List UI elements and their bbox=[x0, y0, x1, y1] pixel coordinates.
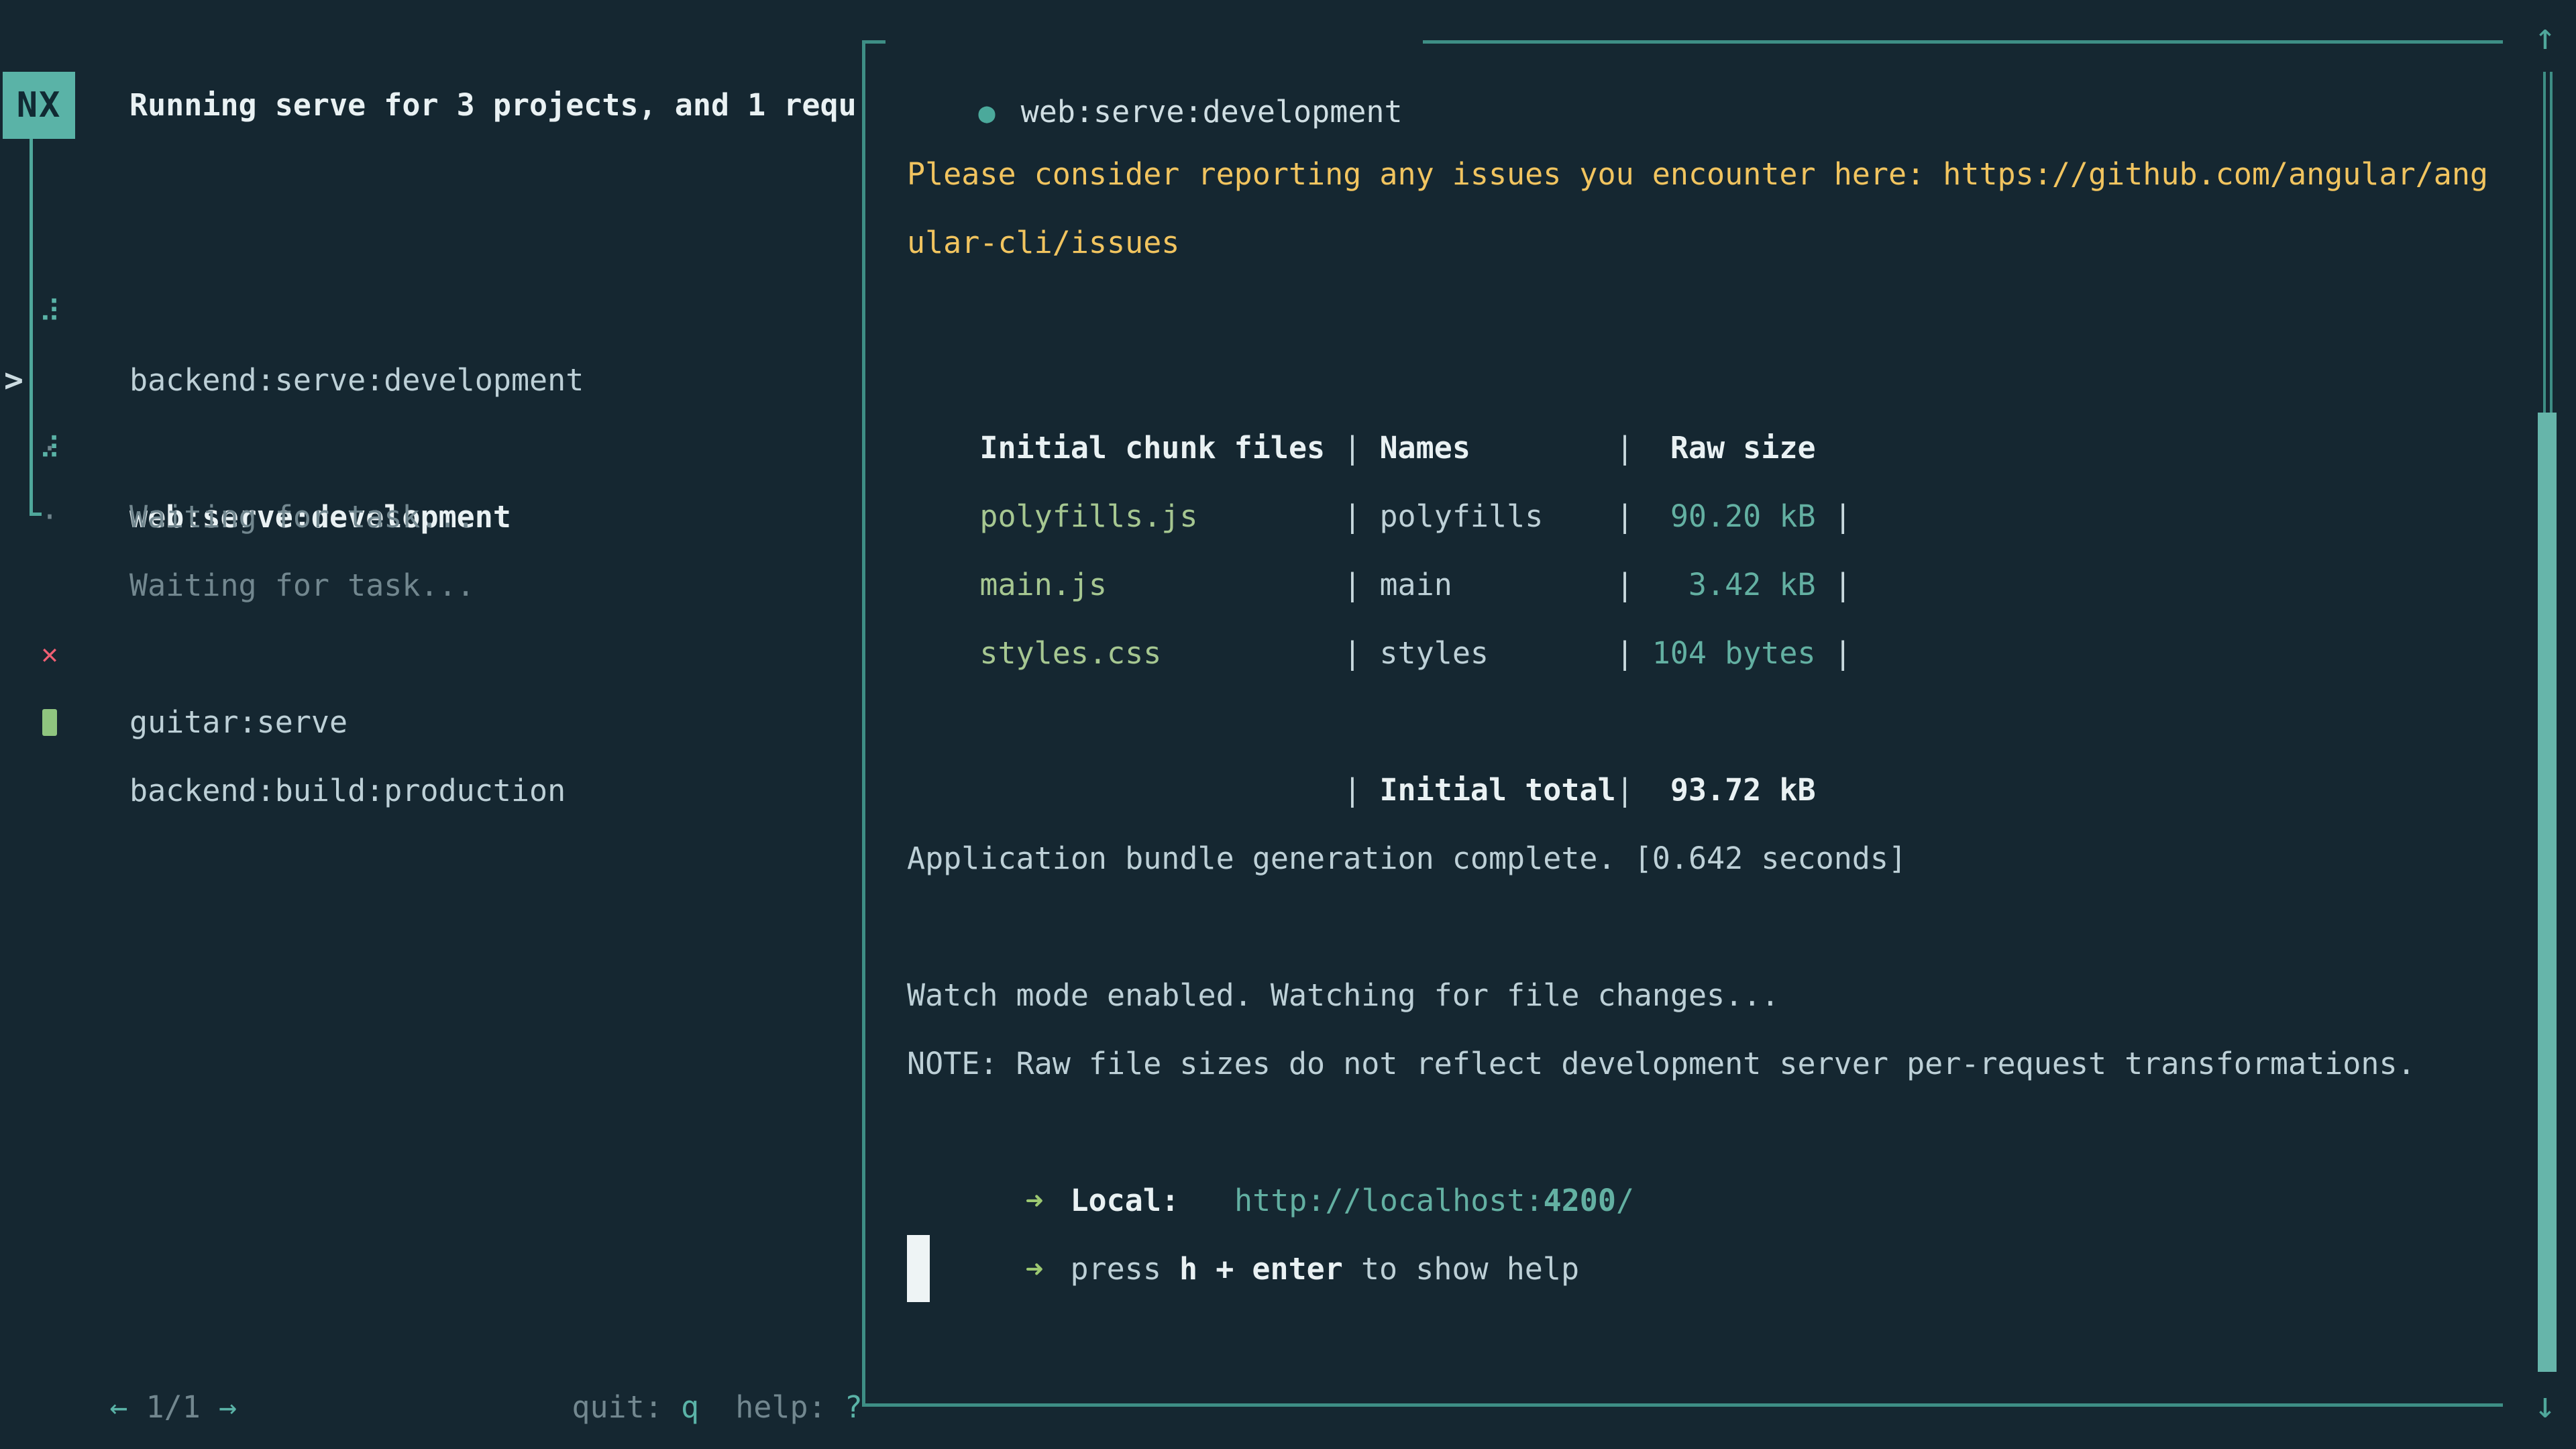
task-item-waiting-2[interactable]: · Waiting for task... bbox=[0, 415, 859, 483]
local-url-slash: / bbox=[1616, 1183, 1634, 1218]
chunk-table-row-main: main.js|main|3.42 kB| bbox=[907, 482, 1852, 551]
watch-mode-message: Watch mode enabled. Watching for file ch… bbox=[907, 961, 1779, 1030]
chunk-name: styles bbox=[1379, 619, 1615, 688]
output-panel-title-text: web:serve:development bbox=[1021, 94, 1403, 129]
task-item-guitar-serve[interactable]: ✕ guitar:serve bbox=[0, 551, 859, 620]
initial-total-label: Initial total bbox=[1379, 756, 1615, 824]
pagination: ← 1/1 → bbox=[37, 1305, 237, 1373]
running-bullet-icon: ● bbox=[978, 96, 995, 129]
output-panel-left-border bbox=[862, 40, 865, 1407]
pending-dot-icon: · bbox=[34, 483, 66, 551]
initial-total-size: 93.72 kB bbox=[1652, 756, 1816, 824]
column-separator: | bbox=[1615, 772, 1633, 808]
scroll-up-arrow[interactable]: ↑ bbox=[2528, 10, 2563, 64]
press-suffix: to show help bbox=[1343, 1251, 1579, 1287]
scrollbar-thumb[interactable] bbox=[2538, 413, 2557, 1372]
terminal-cursor bbox=[907, 1235, 930, 1302]
run-summary-title: Running serve for 3 projects, and 1 requ bbox=[129, 71, 857, 140]
scroll-down-arrow[interactable]: ↓ bbox=[2528, 1379, 2563, 1432]
chunk-size: 104 bytes bbox=[1652, 619, 1816, 688]
nx-terminal-ui: NX Running serve for 3 projects, and 1 r… bbox=[0, 0, 2576, 1449]
chunk-table-row-polyfills: polyfills.js|polyfills|90.20 kB| bbox=[907, 414, 1852, 482]
issue-report-notice-line2: ular-cli/issues bbox=[907, 209, 1179, 277]
press-keys: h + enter bbox=[1179, 1251, 1343, 1287]
chunk-table-row-styles: styles.css|styles|104 bytes| bbox=[907, 551, 1852, 619]
chunk-file: styles.css bbox=[979, 619, 1343, 688]
keyboard-shortcuts: quit: q help: ? bbox=[499, 1305, 863, 1373]
help-hint-line: ➜press h + enter to show help bbox=[907, 1167, 1579, 1235]
output-panel-title: ●web:serve:development bbox=[885, 9, 1423, 78]
chunk-table-total-row: |Initial total|93.72 kB bbox=[907, 688, 1816, 756]
output-panel-bottom-border bbox=[862, 1403, 2503, 1407]
task-item-waiting-1[interactable]: · Waiting for task... bbox=[0, 346, 859, 415]
prompt-arrow-icon: ➜ bbox=[1025, 1251, 1043, 1287]
chunk-table-header-row: Initial chunk files|Names|Raw size bbox=[907, 345, 1816, 414]
page-indicator: 1/1 bbox=[127, 1389, 218, 1425]
column-separator: | bbox=[1834, 635, 1852, 671]
help-label: help: bbox=[735, 1389, 845, 1425]
column-separator: | bbox=[1615, 635, 1633, 671]
task-item-web-serve-selected[interactable]: > ⠼ web:serve:development bbox=[0, 278, 859, 346]
bundle-complete-message: Application bundle generation complete. … bbox=[907, 824, 1907, 893]
column-separator: | bbox=[1343, 635, 1361, 671]
scrollbar-track-line-right[interactable] bbox=[2550, 72, 2553, 413]
success-square-icon bbox=[34, 688, 66, 757]
page-next-arrow[interactable]: → bbox=[219, 1389, 237, 1425]
task-item-backend-build[interactable]: backend:build:production bbox=[0, 620, 859, 688]
task-label: backend:build:production bbox=[129, 757, 566, 825]
shortcut-separator bbox=[699, 1389, 735, 1425]
task-label: guitar:serve bbox=[129, 688, 347, 757]
quit-label: quit: bbox=[572, 1389, 681, 1425]
column-separator: | bbox=[1343, 772, 1361, 808]
raw-size-note: NOTE: Raw file sizes do not reflect deve… bbox=[907, 1030, 2416, 1098]
page-prev-arrow[interactable]: ← bbox=[109, 1389, 127, 1425]
press-prefix: press bbox=[1070, 1251, 1179, 1287]
quit-key: q bbox=[681, 1389, 699, 1425]
help-key: ? bbox=[845, 1389, 863, 1425]
task-item-backend-serve[interactable]: ⠼ backend:serve:development bbox=[0, 209, 859, 278]
nx-logo-badge: NX bbox=[3, 72, 75, 139]
local-server-line: ➜Local:http://localhost:4200/ bbox=[907, 1098, 1634, 1167]
scrollbar-track-line-left[interactable] bbox=[2543, 72, 2546, 413]
issue-report-notice-line1: Please consider reporting any issues you… bbox=[907, 140, 2488, 209]
task-label: Waiting for task... bbox=[129, 483, 475, 551]
